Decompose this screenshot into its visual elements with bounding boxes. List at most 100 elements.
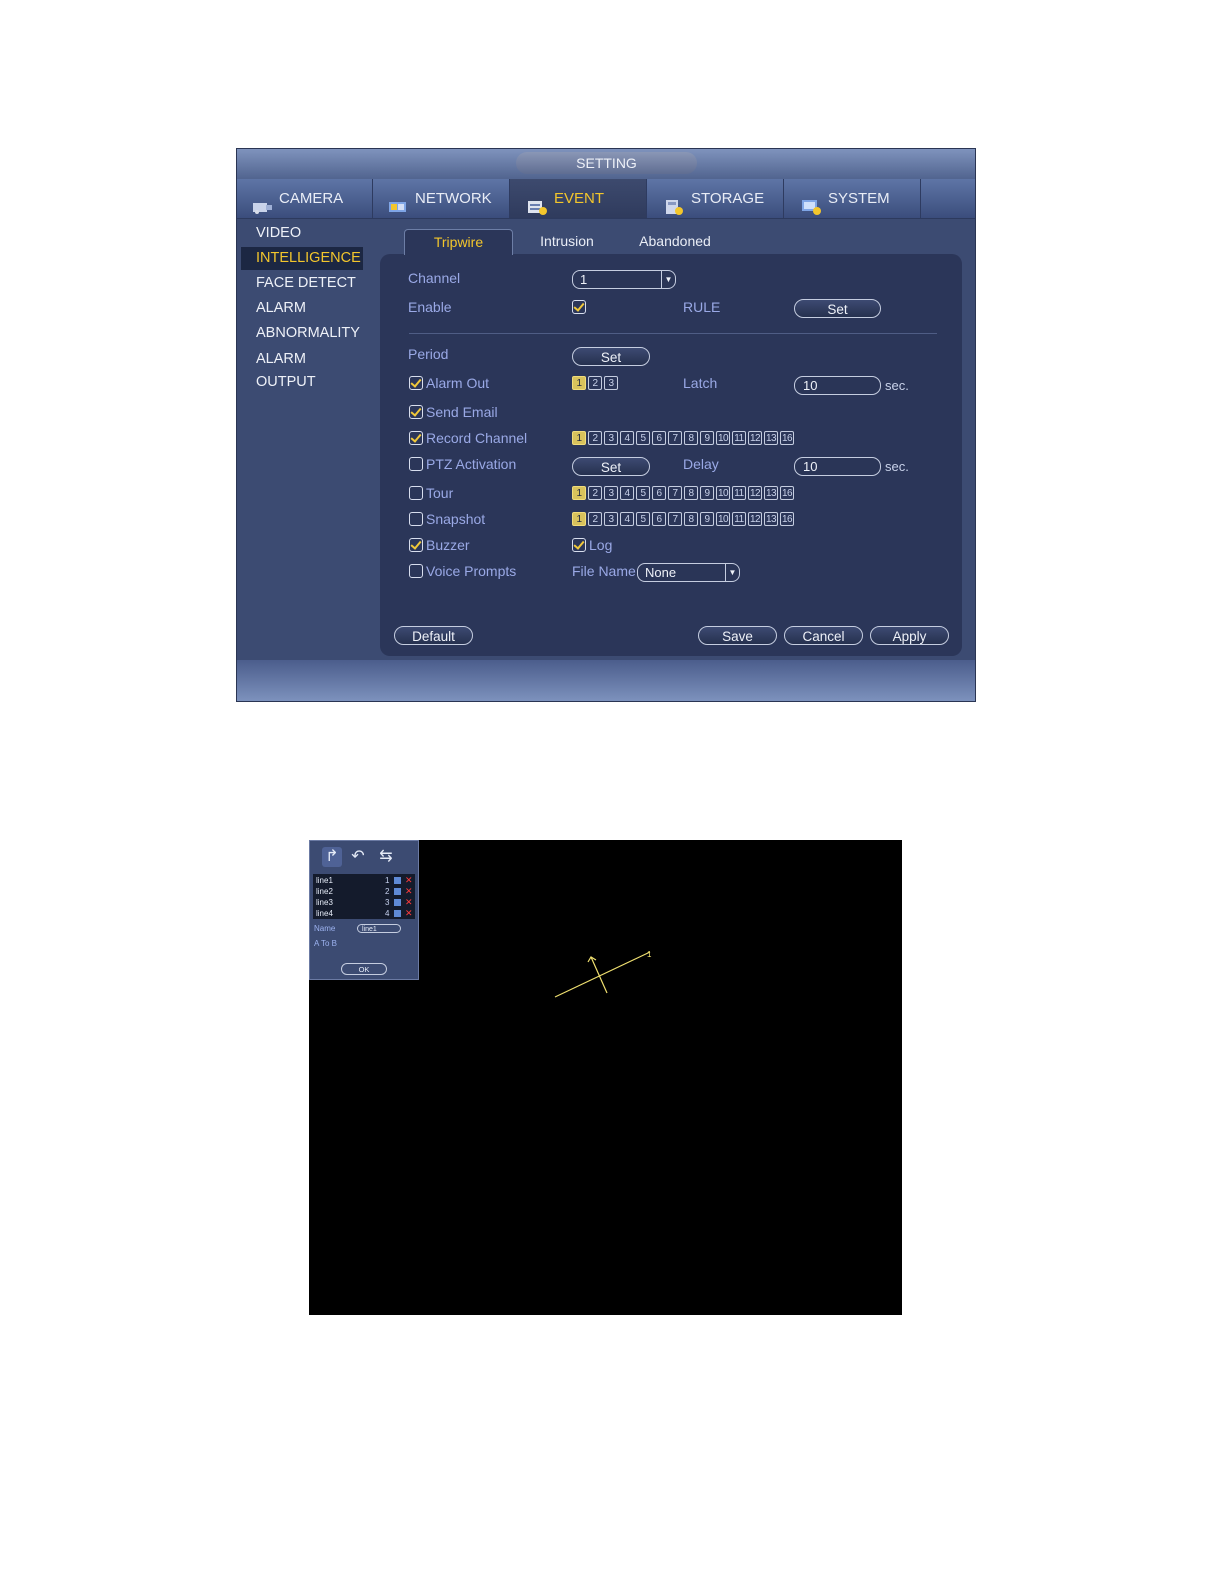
tab-camera-label: CAMERA [279, 190, 344, 207]
delay-unit: sec. [885, 459, 909, 474]
file-name-label: File Name [572, 563, 636, 579]
tour-channel-11[interactable]: 11 [732, 486, 746, 500]
record-channel-8[interactable]: 8 [684, 431, 698, 445]
sidebar-item-alarm[interactable]: ALARM [241, 297, 363, 320]
cancel-button[interactable]: Cancel [784, 626, 863, 645]
channel-select[interactable]: 1 ▼ [572, 270, 676, 289]
alarm-out-channel-2[interactable]: 2 [588, 376, 602, 390]
alarm-out-channel-3[interactable]: 3 [604, 376, 618, 390]
tour-channel-3[interactable]: 3 [604, 486, 618, 500]
tab-event-label: EVENT [554, 190, 605, 207]
tour-channel-12[interactable]: 12 [748, 486, 762, 500]
tab-storage[interactable]: STORAGE [647, 179, 784, 218]
sidebar-item-alarm-output[interactable]: ALARM OUTPUT [241, 348, 363, 390]
tour-channel-2[interactable]: 2 [588, 486, 602, 500]
tour-channel-13[interactable]: 13 [764, 486, 778, 500]
tab-camera[interactable]: CAMERA [237, 179, 373, 218]
storage-icon [663, 191, 685, 216]
snapshot-channels: 1 2 3 4 5 6 7 8 9 10 11 12 13 16 [572, 512, 794, 527]
tour-channel-6[interactable]: 6 [652, 486, 666, 500]
period-set-button[interactable]: Set [572, 347, 650, 366]
tripwire-line [554, 951, 651, 998]
subtab-tripwire[interactable]: Tripwire [404, 229, 513, 255]
sidebar-item-face-detect[interactable]: FACE DETECT [241, 272, 363, 295]
system-icon [800, 191, 822, 216]
snapshot-channel-10[interactable]: 10 [716, 512, 730, 526]
snapshot-channel-11[interactable]: 11 [732, 512, 746, 526]
snapshot-channel-4[interactable]: 4 [620, 512, 634, 526]
snapshot-checkbox[interactable] [409, 512, 423, 526]
chevron-down-icon: ▼ [725, 564, 739, 581]
tour-channel-1[interactable]: 1 [572, 486, 586, 500]
send-email-label: Send Email [426, 404, 498, 420]
record-channel-12[interactable]: 12 [748, 431, 762, 445]
divider [409, 333, 937, 334]
tour-channel-10[interactable]: 10 [716, 486, 730, 500]
ptz-set-button[interactable]: Set [572, 457, 650, 476]
snapshot-channel-9[interactable]: 9 [700, 512, 714, 526]
tour-channel-5[interactable]: 5 [636, 486, 650, 500]
tour-label: Tour [426, 485, 454, 501]
snapshot-channel-16[interactable]: 16 [780, 512, 794, 526]
tripwire-canvas [554, 951, 651, 998]
sidebar-item-intelligence[interactable]: INTELLIGENCE [241, 247, 363, 270]
record-channel-2[interactable]: 2 [588, 431, 602, 445]
tour-checkbox[interactable] [409, 486, 423, 500]
save-button[interactable]: Save [698, 626, 777, 645]
subtab-abandoned[interactable]: Abandoned [625, 229, 725, 254]
voice-prompts-checkbox[interactable] [409, 564, 423, 578]
snapshot-channel-1[interactable]: 1 [572, 512, 586, 526]
snapshot-channel-3[interactable]: 3 [604, 512, 618, 526]
log-checkbox[interactable] [572, 538, 586, 552]
tour-channel-7[interactable]: 7 [668, 486, 682, 500]
record-channel-7[interactable]: 7 [668, 431, 682, 445]
delay-input[interactable]: 10 [794, 457, 881, 476]
snapshot-channel-5[interactable]: 5 [636, 512, 650, 526]
tripwire-draw-screen[interactable]: ↱ ↶ ⇆ line1 1 ✕ line2 2 ✕ line3 3 ✕ line… [309, 840, 902, 1315]
tab-network[interactable]: NETWORK [373, 179, 510, 218]
record-channel-13[interactable]: 13 [764, 431, 778, 445]
send-email-checkbox[interactable] [409, 405, 423, 419]
alarm-out-channels: 1 2 3 [572, 376, 618, 391]
tab-system[interactable]: SYSTEM [784, 179, 921, 218]
tour-channel-9[interactable]: 9 [700, 486, 714, 500]
snapshot-channel-7[interactable]: 7 [668, 512, 682, 526]
file-name-select[interactable]: None ▼ [637, 563, 740, 582]
snapshot-channel-6[interactable]: 6 [652, 512, 666, 526]
record-channel-4[interactable]: 4 [620, 431, 634, 445]
tab-event[interactable]: EVENT [510, 179, 647, 218]
alarm-out-channel-1[interactable]: 1 [572, 376, 586, 390]
snapshot-channel-12[interactable]: 12 [748, 512, 762, 526]
delay-label: Delay [683, 456, 719, 472]
snapshot-channel-8[interactable]: 8 [684, 512, 698, 526]
record-channel-6[interactable]: 6 [652, 431, 666, 445]
tour-channel-16[interactable]: 16 [780, 486, 794, 500]
snapshot-channel-2[interactable]: 2 [588, 512, 602, 526]
record-channel-5[interactable]: 5 [636, 431, 650, 445]
sidebar-item-video-detect[interactable]: VIDEO DETECT [241, 222, 363, 264]
record-channel-1[interactable]: 1 [572, 431, 586, 445]
latch-input[interactable]: 10 [794, 376, 881, 395]
log-label: Log [589, 537, 613, 553]
setting-window: SETTING CAMERA NETWORK EVENT STORAGE SYS… [236, 148, 976, 702]
latch-unit: sec. [885, 378, 909, 393]
record-channel-checkbox[interactable] [409, 431, 423, 445]
record-channel-11[interactable]: 11 [732, 431, 746, 445]
period-label: Period [408, 346, 449, 362]
default-button[interactable]: Default [394, 626, 473, 645]
buzzer-checkbox[interactable] [409, 538, 423, 552]
record-channel-9[interactable]: 9 [700, 431, 714, 445]
alarm-out-checkbox[interactable] [409, 376, 423, 390]
record-channel-3[interactable]: 3 [604, 431, 618, 445]
sidebar-item-abnormality[interactable]: ABNORMALITY [241, 322, 363, 345]
tour-channel-8[interactable]: 8 [684, 486, 698, 500]
rule-set-button[interactable]: Set [794, 299, 881, 318]
subtab-intrusion[interactable]: Intrusion [520, 229, 614, 254]
record-channel-10[interactable]: 10 [716, 431, 730, 445]
apply-button[interactable]: Apply [870, 626, 949, 645]
enable-checkbox[interactable] [572, 300, 586, 314]
snapshot-channel-13[interactable]: 13 [764, 512, 778, 526]
tour-channel-4[interactable]: 4 [620, 486, 634, 500]
ptz-activation-checkbox[interactable] [409, 457, 423, 471]
record-channel-16[interactable]: 16 [780, 431, 794, 445]
